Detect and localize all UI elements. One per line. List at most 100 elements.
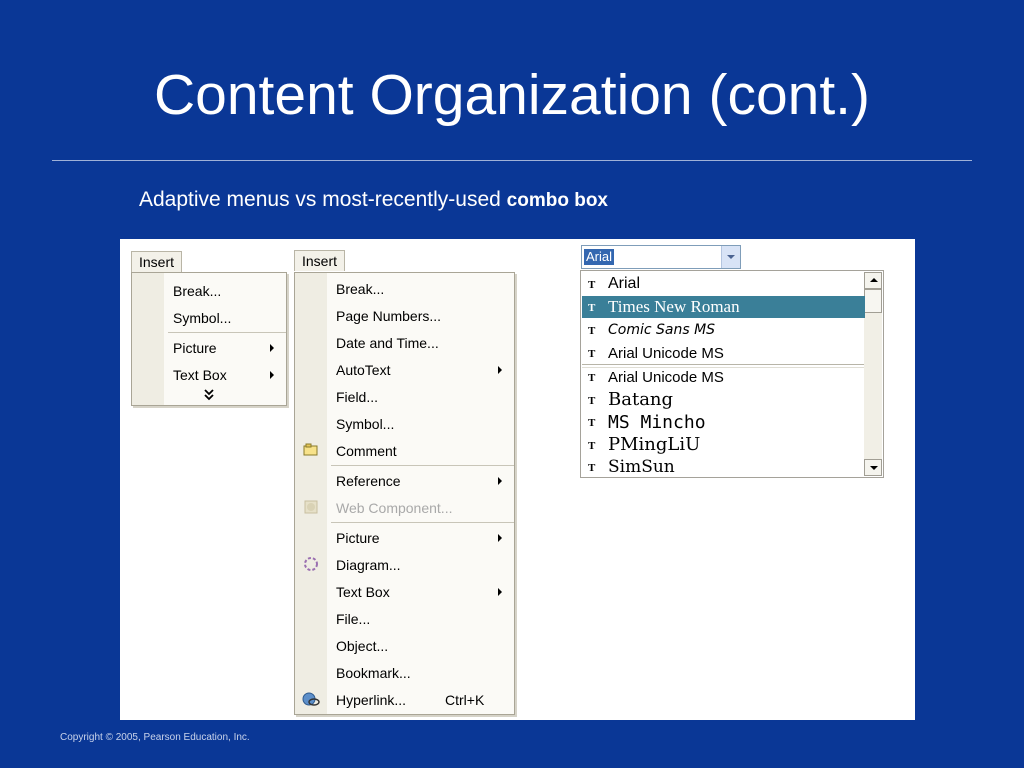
menu-item-file[interactable]: File... xyxy=(295,605,514,632)
menu-separator xyxy=(331,522,514,523)
scroll-up-icon xyxy=(870,278,878,282)
menu-item-label: Web Component... xyxy=(336,499,453,516)
truetype-icon: T xyxy=(588,279,596,291)
truetype-icon: T xyxy=(588,302,596,314)
font-option-label: Arial xyxy=(608,275,641,292)
font-option-pmingliu[interactable]: T PMingLiU xyxy=(582,434,865,456)
submenu-arrow-icon xyxy=(498,366,502,374)
font-option-label: Arial Unicode MS xyxy=(608,344,724,362)
subtitle-text: Adaptive menus vs most-recently-used xyxy=(139,188,507,211)
menu-item-label: Break... xyxy=(173,282,222,299)
menu-item-picture[interactable]: Picture xyxy=(295,524,514,551)
menu-item-label: Date and Time... xyxy=(336,334,439,351)
menu-item-autotext[interactable]: AutoText xyxy=(295,356,514,383)
truetype-icon: T xyxy=(588,348,596,360)
menu-item-label: Picture xyxy=(336,529,380,546)
menu-item-label: Page Numbers... xyxy=(336,307,442,324)
short-insert-menu: Break... Symbol... Picture Text Box xyxy=(131,272,287,406)
menu-item-break[interactable]: Break... xyxy=(295,275,514,302)
font-option-simsun[interactable]: T SimSun xyxy=(582,456,865,478)
subtitle-bold-text: combo box xyxy=(506,190,608,211)
menu-item-text-box[interactable]: Text Box xyxy=(295,578,514,605)
slide-subtitle: Adaptive menus vs most-recently-used com… xyxy=(139,188,608,212)
font-combo-box[interactable]: Arial xyxy=(581,245,741,269)
menu-separator xyxy=(331,465,514,466)
menu-item-label: Picture xyxy=(173,339,217,356)
font-option-arial[interactable]: T Arial xyxy=(582,273,865,295)
copyright-text: Copyright © 2005, Pearson Education, Inc… xyxy=(60,732,250,743)
font-option-comic-sans-ms[interactable]: T Comic Sans MS xyxy=(582,319,865,341)
font-option-arial-unicode-ms[interactable]: T Arial Unicode MS xyxy=(582,366,865,388)
menu-items: Break... Symbol... Picture Text Box xyxy=(132,277,286,406)
truetype-icon: T xyxy=(588,394,596,407)
menu-item-reference[interactable]: Reference xyxy=(295,467,514,494)
chevron-down-icon xyxy=(727,255,735,259)
menu-item-object[interactable]: Object... xyxy=(295,632,514,659)
submenu-arrow-icon xyxy=(270,344,274,352)
menu-item-label: Field... xyxy=(336,388,379,405)
menu-item-break[interactable]: Break... xyxy=(132,277,286,304)
full-menu-insert-tab[interactable]: Insert xyxy=(294,250,346,271)
submenu-arrow-icon xyxy=(498,534,502,542)
menu-item-label: Symbol... xyxy=(173,309,232,326)
combo-dropdown-button[interactable] xyxy=(721,246,740,268)
menu-separator xyxy=(168,332,286,333)
menu-item-label: File... xyxy=(336,610,371,627)
menu-item-bookmark[interactable]: Bookmark... xyxy=(295,659,514,686)
font-option-times-new-roman[interactable]: T Times New Roman xyxy=(582,296,865,318)
menu-item-web-component[interactable]: Web Component... xyxy=(295,494,514,521)
scroll-up-button[interactable] xyxy=(864,272,882,289)
full-insert-menu: Break... Page Numbers... Date and Time... A… xyxy=(294,272,515,715)
menu-item-comment[interactable]: Comment xyxy=(295,437,514,464)
menu-item-symbol[interactable]: Symbol... xyxy=(132,304,286,331)
title-divider xyxy=(52,160,972,161)
menu-item-page-numbers[interactable]: Page Numbers... xyxy=(295,302,514,329)
menu-item-symbol[interactable]: Symbol... xyxy=(295,410,514,437)
diagram-icon xyxy=(302,555,320,573)
truetype-icon: T xyxy=(588,462,596,474)
truetype-icon: T xyxy=(588,372,596,384)
menu-item-label: Reference xyxy=(336,472,401,489)
menu-item-date-and-time[interactable]: Date and Time... xyxy=(295,329,514,356)
truetype-icon: T xyxy=(588,439,596,452)
scroll-down-icon xyxy=(870,466,878,470)
dropdown-scrollbar[interactable] xyxy=(864,272,882,476)
shortcut-label: Ctrl+K xyxy=(445,691,485,708)
menu-item-text-box[interactable]: Text Box xyxy=(132,361,286,388)
menu-item-label: Bookmark... xyxy=(336,664,411,681)
scroll-down-button[interactable] xyxy=(864,459,882,476)
truetype-icon: T xyxy=(588,417,596,429)
menu-item-field[interactable]: Field... xyxy=(295,383,514,410)
short-menu-insert-tab[interactable]: Insert xyxy=(131,251,183,272)
font-option-label: Arial Unicode MS xyxy=(608,368,724,386)
truetype-icon: T xyxy=(588,325,596,337)
menu-item-label: Text Box xyxy=(336,583,390,600)
menu-item-label: Diagram... xyxy=(336,556,401,573)
menu-item-picture[interactable]: Picture xyxy=(132,334,286,361)
font-option-label: PMingLiU xyxy=(608,434,701,455)
font-option-label: SimSun xyxy=(608,457,675,477)
font-option-label: MS Mincho xyxy=(608,411,706,433)
font-option-arial-unicode-ms[interactable]: T Arial Unicode MS xyxy=(582,342,865,364)
menu-item-label: Comment xyxy=(336,442,397,459)
scroll-thumb[interactable] xyxy=(864,289,882,313)
menu-item-label: Text Box xyxy=(173,366,227,383)
font-option-ms-mincho[interactable]: T MS Mincho xyxy=(582,411,865,433)
menu-items: Break... Page Numbers... Date and Time... A… xyxy=(295,275,514,713)
submenu-arrow-icon xyxy=(498,477,502,485)
slide-title: Content Organization (cont.) xyxy=(153,63,871,127)
font-combo-value[interactable]: Arial xyxy=(584,249,615,265)
menu-item-hyperlink[interactable]: Hyperlink... Ctrl+K xyxy=(295,686,514,713)
menu-item-diagram[interactable]: Diagram... xyxy=(295,551,514,578)
menu-item-label: Hyperlink... xyxy=(336,691,407,708)
menu-item-label: Break... xyxy=(336,280,385,297)
font-option-batang[interactable]: T Batang xyxy=(582,389,865,411)
web-component-icon xyxy=(302,498,320,516)
double-chevron-down-icon[interactable] xyxy=(132,388,286,406)
comment-icon xyxy=(302,441,320,459)
submenu-arrow-icon xyxy=(498,588,502,596)
submenu-arrow-icon xyxy=(270,371,274,379)
menu-item-label: AutoText xyxy=(336,361,391,378)
hyperlink-icon xyxy=(302,690,320,708)
font-option-label: Comic Sans MS xyxy=(608,322,716,338)
